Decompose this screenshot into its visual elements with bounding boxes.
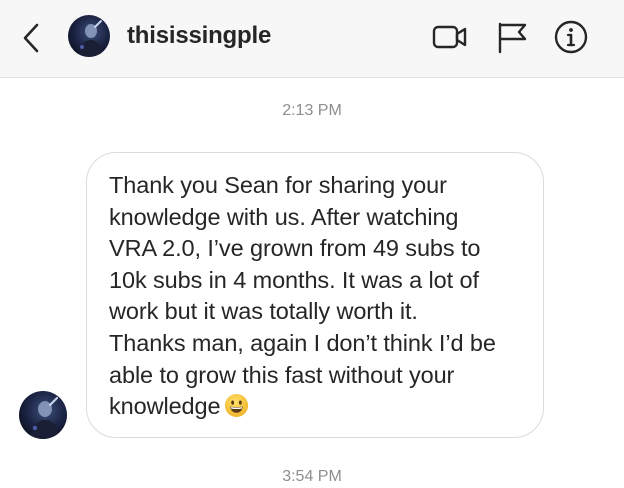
flag-icon [498,22,527,54]
direct-message-screen: thisissingple 2:13 PM Thank you Sean for… [0,0,624,488]
header-avatar[interactable] [68,15,110,57]
message-text: Thank you Sean for sharing your knowledg… [109,170,529,423]
video-camera-icon [432,25,467,49]
message-text-content: Thank you Sean for sharing your knowledg… [109,172,496,420]
info-button[interactable] [551,18,591,56]
message-timestamp: 3:54 PM [282,468,342,485]
avatar-image [68,15,110,57]
info-icon [554,20,588,54]
avatar-image [19,391,67,439]
video-call-button[interactable] [430,18,470,56]
chevron-left-icon [23,23,39,53]
message-timestamp: 2:13 PM [282,102,342,119]
grinning-face-icon [225,394,249,418]
sender-avatar[interactable] [19,391,67,439]
back-button[interactable] [16,18,50,58]
message-bubble[interactable]: Thank you Sean for sharing your knowledg… [86,152,544,438]
header-username[interactable]: thisissingple [127,20,271,52]
chat-header: thisissingple [0,0,624,78]
report-flag-button[interactable] [494,18,534,56]
